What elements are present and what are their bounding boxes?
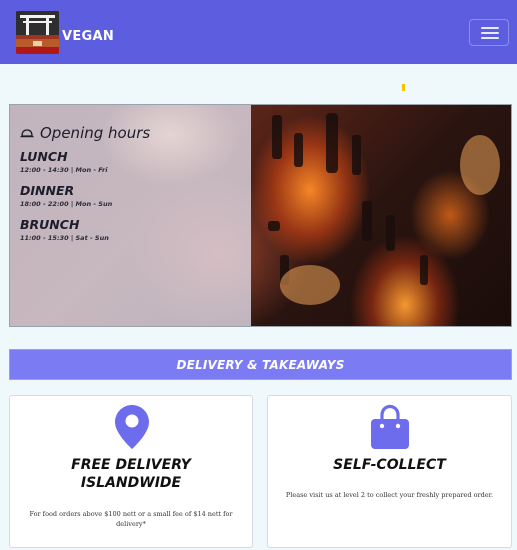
scroll-indicator [402, 84, 405, 91]
self-collect-title: SELF-COLLECT [333, 457, 446, 473]
self-collect-card: SELF-COLLECT Please visit us at level 2 … [267, 395, 512, 548]
self-collect-text: Please visit us at level 2 to collect yo… [285, 491, 494, 499]
opening-hours-panel: Opening hours LUNCH 12:00 - 14:30 | Mon … [10, 105, 251, 326]
menu-bar [481, 32, 499, 34]
hamburger-menu-icon[interactable] [469, 19, 509, 46]
menu-bar [481, 37, 499, 39]
map-pin-icon [115, 405, 149, 449]
brand-name[interactable]: VEGAN [62, 29, 114, 44]
torii-gate-logo[interactable] [16, 11, 59, 54]
opening-hours-title: Opening hours [20, 124, 150, 142]
opening-hours-label: Opening hours [40, 124, 151, 142]
meal-name-lunch: LUNCH [20, 149, 68, 164]
menu-bar [481, 27, 499, 29]
meal-time-dinner: 18:00 - 22:00 | Mon - Sun [20, 200, 113, 208]
free-delivery-title-line2: ISLANDWIDE [80, 475, 182, 491]
shopping-bag-icon [371, 404, 409, 449]
free-delivery-title-line1: FREE DELIVERY [71, 457, 191, 473]
meal-time-lunch: 12:00 - 14:30 | Mon - Fri [20, 166, 108, 174]
meal-name-brunch: BRUNCH [20, 217, 80, 232]
bell-icon [20, 129, 34, 138]
delivery-takeaways-heading: DELIVERY & TAKEAWAYS [9, 349, 512, 380]
free-delivery-card: FREE DELIVERY ISLANDWIDE For food orders… [9, 395, 253, 548]
free-delivery-text: For food orders above $100 nett or a sma… [29, 510, 233, 528]
meal-name-dinner: DINNER [20, 183, 75, 198]
navbar: VEGAN [0, 0, 517, 64]
meal-time-brunch: 11:00 - 15:30 | Sat - Sun [20, 234, 109, 242]
opening-hours-hero: Opening hours LUNCH 12:00 - 14:30 | Mon … [9, 104, 512, 327]
